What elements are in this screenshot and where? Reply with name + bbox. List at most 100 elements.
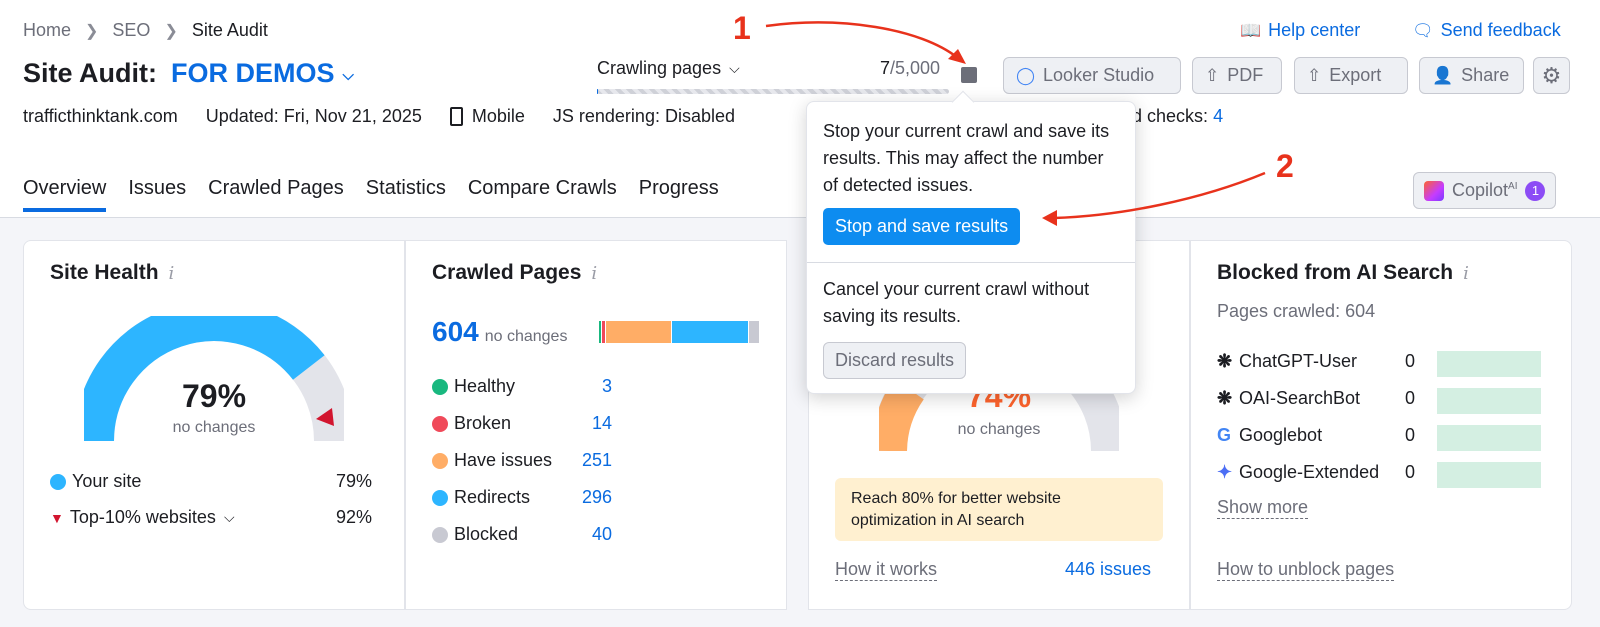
tab-issues[interactable]: Issues: [128, 177, 186, 212]
crawl-status-dropdown[interactable]: Crawling pages ⌵: [597, 58, 740, 79]
looker-studio-button[interactable]: ◯ Looker Studio: [1003, 57, 1181, 94]
bot-bar: [1437, 351, 1541, 377]
top10-row[interactable]: ▼ Top-10% websites ⌵ 92%: [50, 507, 372, 528]
stop-crawl-popover: Stop your current crawl and save its res…: [806, 90, 1136, 394]
crawled-row-value[interactable]: 296: [582, 487, 612, 508]
legend-dot: [432, 415, 448, 432]
bot-bar: [1437, 462, 1541, 488]
breadcrumb-current: Site Audit: [191, 20, 268, 40]
issues-link[interactable]: 446 issues: [1065, 559, 1151, 580]
annotation-1: 1: [733, 10, 751, 46]
crawled-row-value[interactable]: 3: [602, 376, 612, 397]
legend-dot: [432, 452, 448, 469]
crawled-row-redirects: Redirects 296: [432, 487, 612, 508]
project-selector[interactable]: FOR DEMOS: [171, 58, 335, 89]
chevron-down-icon[interactable]: ⌵: [343, 67, 354, 84]
crawled-total: 604 no changes: [432, 316, 568, 348]
upload-icon: ⇧: [1307, 65, 1322, 85]
page-title: Site Audit: FOR DEMOS ⌵: [23, 58, 354, 89]
chevron-right-icon: ❯: [164, 22, 178, 40]
info-icon[interactable]: i: [1463, 263, 1469, 284]
gear-icon: ⚙: [1541, 62, 1562, 88]
breadcrumb-home[interactable]: Home: [23, 20, 71, 41]
bot-name: ChatGPT-User: [1239, 351, 1358, 371]
tab-statistics[interactable]: Statistics: [366, 177, 446, 212]
copilot-button[interactable]: CopilotAI 1: [1413, 172, 1557, 209]
tab-overview[interactable]: Overview: [23, 177, 107, 212]
send-feedback-link[interactable]: 🗨 Send feedback: [1412, 20, 1561, 41]
openai-icon: ❋: [1217, 388, 1233, 408]
tab-crawled-pages[interactable]: Crawled Pages: [208, 177, 344, 212]
bot-name: Google-Extended: [1239, 462, 1380, 482]
info-icon[interactable]: i: [591, 263, 597, 284]
crawled-total-value[interactable]: 604: [432, 316, 479, 348]
device-label: Mobile: [449, 106, 525, 127]
breadcrumb-seo[interactable]: SEO: [112, 20, 150, 41]
meta-row: trafficthinktank.com Updated: Fri, Nov 2…: [23, 106, 763, 127]
export-button[interactable]: ⇧ Export: [1294, 57, 1408, 94]
crawled-row-label: Blocked: [454, 524, 519, 544]
stop-description: Stop your current crawl and save its res…: [823, 121, 1110, 195]
info-icon[interactable]: i: [169, 263, 175, 284]
site-health-card: Site Health i 79% no changes Your site 79%…: [23, 240, 405, 610]
bot-bar: [1437, 425, 1541, 451]
updated-label: Updated: Fri, Nov 21, 2025: [205, 106, 422, 126]
bot-value: 0: [1405, 388, 1416, 408]
chevron-down-icon: ⌵: [729, 60, 740, 76]
add-user-icon: 👤: [1432, 65, 1454, 85]
stop-and-save-button[interactable]: Stop and save results: [823, 208, 1021, 245]
bot-row: ❋ ChatGPT-User 0: [1217, 351, 1415, 372]
title-label: Site Audit:: [23, 58, 157, 88]
crawled-row-value[interactable]: 40: [592, 524, 612, 545]
js-rendering-label: JS rendering: Disabled: [552, 106, 735, 126]
crawl-count: 7/5,000: [880, 58, 941, 78]
openai-icon: ❋: [1217, 351, 1233, 371]
legend-dot: [432, 489, 448, 506]
gemini-icon: ✦: [1217, 462, 1233, 482]
upload-icon: ⇧: [1205, 65, 1220, 85]
how-it-works-link[interactable]: How it works: [835, 559, 938, 581]
bot-row: G Googlebot 0: [1217, 425, 1415, 446]
crawl-status-label: Crawling pages: [597, 58, 722, 78]
help-center-link[interactable]: 📖 Help center: [1240, 20, 1360, 41]
site-health-value: 79%: [181, 378, 247, 414]
google-icon: G: [1217, 425, 1232, 445]
excluded-checks-link[interactable]: 4: [1213, 106, 1223, 126]
crawled-row-blocked: Blocked 40: [432, 524, 612, 545]
bot-row: ✦ Google-Extended 0: [1217, 462, 1415, 483]
stack-segment: [748, 321, 760, 343]
looker-icon: ◯: [1016, 65, 1036, 85]
breadcrumb: Home ❯ SEO ❯ Site Audit: [23, 20, 268, 41]
cancel-description: Cancel your current crawl without saving…: [823, 279, 1090, 326]
bot-row: ❋ OAI-SearchBot 0: [1217, 388, 1415, 409]
crawled-stacked-bar: [599, 321, 760, 343]
crawled-pages-title: Crawled Pages i: [432, 261, 598, 284]
copilot-icon: [1424, 180, 1444, 201]
tab-compare-crawls[interactable]: Compare Crawls: [468, 177, 617, 212]
domain-label: trafficthinktank.com: [23, 106, 178, 126]
stack-segment: [599, 321, 601, 343]
crawled-row-value[interactable]: 251: [582, 450, 612, 471]
stack-segment: [601, 321, 606, 343]
crawled-row-value[interactable]: 14: [592, 413, 612, 434]
pages-crawled-label: Pages crawled: 604: [1217, 301, 1376, 321]
bot-name: Googlebot: [1239, 425, 1323, 445]
site-health-title: Site Health i: [50, 261, 175, 284]
pdf-button[interactable]: ⇧ PDF: [1192, 57, 1282, 94]
bot-value: 0: [1405, 425, 1416, 445]
show-more-link[interactable]: Show more: [1217, 497, 1309, 519]
ai-search-note: Reach 80% for better website optimizatio…: [835, 478, 1163, 541]
bot-value: 0: [1405, 462, 1416, 482]
stack-segment: [671, 321, 748, 343]
discard-results-button[interactable]: Discard results: [823, 342, 967, 379]
how-to-unblock-link[interactable]: How to unblock pages: [1217, 559, 1395, 581]
blocked-ai-card: Blocked from AI Search i Pages crawled: 6…: [1190, 240, 1572, 610]
crawled-row-have-issues: Have issues 251: [432, 450, 612, 471]
share-button[interactable]: 👤 Share: [1419, 57, 1524, 94]
triangle-down-icon: ▼: [50, 509, 64, 526]
settings-button[interactable]: ⚙: [1533, 57, 1570, 94]
stack-segment: [606, 321, 671, 343]
tab-progress[interactable]: Progress: [639, 177, 719, 212]
chevron-right-icon: ❯: [85, 22, 99, 40]
stop-crawl-button[interactable]: [961, 67, 977, 83]
